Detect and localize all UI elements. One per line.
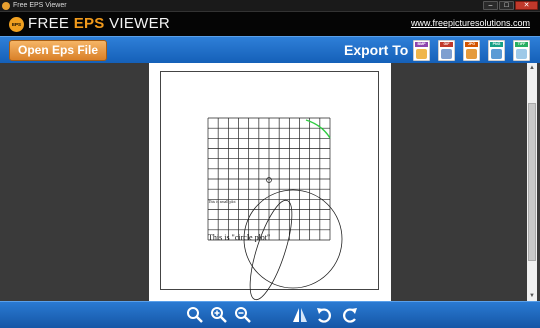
website-link[interactable]: www.freepicturesolutions.com [411,17,530,29]
export-jpg-icon[interactable]: JPG [463,40,480,61]
logo-word-free: FREE [28,15,74,32]
scroll-down-arrow-icon[interactable]: ▼ [527,291,537,301]
vertical-scrollbar[interactable]: ▲ ▼ [527,63,537,301]
close-button[interactable]: ✕ [515,1,538,10]
bottom-toolbar [0,301,540,328]
open-eps-file-button[interactable]: Open Eps File [9,40,107,61]
eps-drawing: This is small plot This is "circle plot" [207,117,343,301]
export-bmp-tag: BMP [415,42,428,47]
document-viewport[interactable]: This is small plot This is "circle plot"… [0,63,540,301]
export-gif-art [441,49,452,59]
zoom-fit-icon[interactable] [185,305,205,325]
export-bmp-art [416,49,427,59]
app-icon [2,2,10,10]
minimize-button[interactable]: – [483,1,498,10]
logo-word-viewer: VIEWER [104,15,171,32]
scrollbar-thumb[interactable] [528,103,536,261]
small-plot-label: This is small plot [208,199,237,204]
rotate-left-icon[interactable] [340,305,360,325]
main-toolbar: Open Eps File Export To BMP GIF JPG PNG … [0,36,540,63]
export-to-label: Export To [344,42,409,58]
zoom-in-icon[interactable] [209,305,229,325]
logo-word-eps: EPS [73,15,105,32]
flip-icon[interactable] [290,305,310,325]
export-tiff-art [516,49,527,59]
export-tiff-icon[interactable]: TIFF [513,40,530,61]
window-titlebar: Free EPS Viewer – □ ✕ [0,0,540,12]
export-gif-tag: GIF [440,42,453,47]
grid-plot [207,117,331,241]
app-logo-text: FREE EPS VIEWER [28,15,170,33]
window-title: Free EPS Viewer [13,2,67,9]
app-header: EPS FREE EPS VIEWER www.freepicturesolut… [0,12,540,36]
rotate-right-icon[interactable] [314,305,334,325]
export-jpg-art [466,49,477,59]
export-jpg-tag: JPG [465,42,478,47]
export-png-art [491,49,502,59]
export-bmp-icon[interactable]: BMP [413,40,430,61]
export-gif-icon[interactable]: GIF [438,40,455,61]
ellipse-plot [249,199,293,301]
eps-logo-icon: EPS [9,17,24,32]
scroll-up-arrow-icon[interactable]: ▲ [527,63,537,73]
export-tiff-tag: TIFF [515,42,528,47]
zoom-out-icon[interactable] [233,305,253,325]
maximize-button[interactable]: □ [499,1,514,10]
export-png-icon[interactable]: PNG [488,40,505,61]
export-png-tag: PNG [490,42,503,47]
circle-plot-label: This is "circle plot" [208,233,270,242]
